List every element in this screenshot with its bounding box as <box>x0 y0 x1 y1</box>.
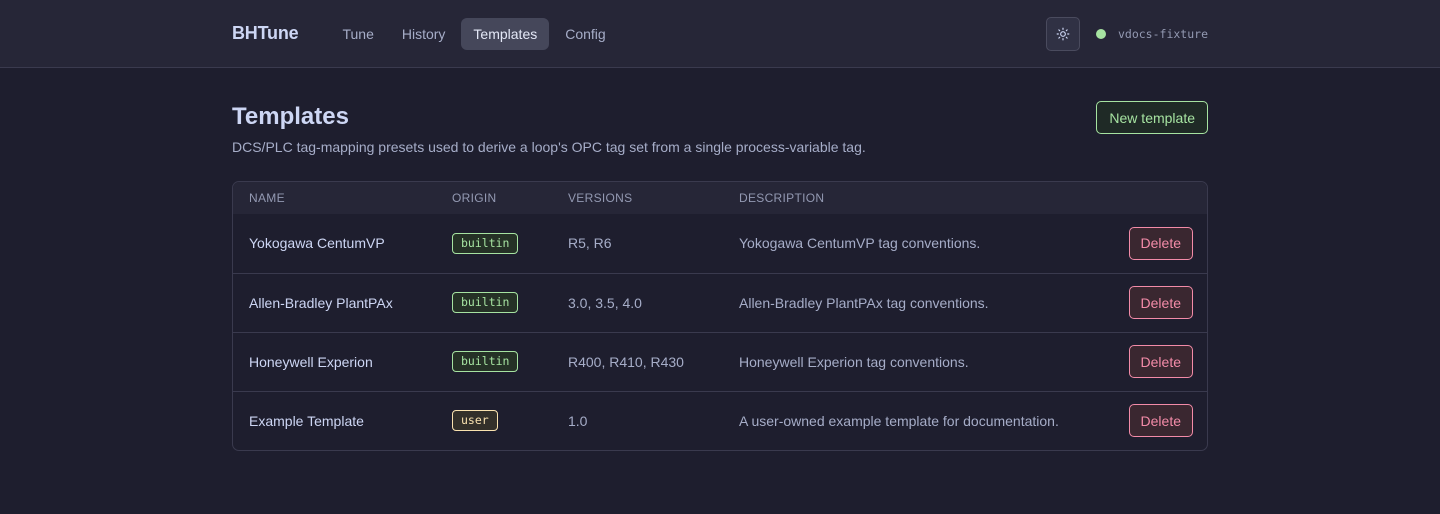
delete-button[interactable]: Delete <box>1128 226 1193 260</box>
delete-button[interactable]: Delete <box>1128 404 1193 438</box>
table-row: Honeywell Experion builtin R400, R410, R… <box>233 332 1207 391</box>
template-description: Honeywell Experion tag conventions. <box>739 353 969 370</box>
table-row: Allen-Bradley PlantPAx builtin 3.0, 3.5,… <box>233 273 1207 332</box>
origin-badge: builtin <box>452 351 519 372</box>
connection-status-dot <box>1095 28 1106 39</box>
sun-icon <box>1056 27 1070 40</box>
template-versions: R400, R410, R430 <box>568 353 684 370</box>
page-title: Templates <box>232 103 349 130</box>
nav-config[interactable]: Config <box>553 18 617 50</box>
new-template-button[interactable]: New template <box>1096 101 1208 134</box>
template-name: Example Template <box>249 412 364 429</box>
page-header: Templates DCS/PLC tag-mapping presets us… <box>232 68 1208 181</box>
delete-button[interactable]: Delete <box>1128 286 1193 319</box>
column-header-versions: VERSIONS <box>568 191 633 205</box>
main-content: Templates DCS/PLC tag-mapping presets us… <box>232 68 1208 451</box>
theme-toggle-button[interactable] <box>1045 16 1080 51</box>
template-name: Yokogawa CentumVP <box>249 235 385 252</box>
template-description: A user-owned example template for docume… <box>739 412 1059 429</box>
table-header-row: NAME ORIGIN VERSIONS DESCRIPTION <box>233 182 1207 214</box>
origin-badge: user <box>452 410 498 432</box>
nav-history[interactable]: History <box>390 18 458 50</box>
page-subtitle: DCS/PLC tag-mapping presets used to deri… <box>232 139 866 155</box>
column-header-origin: ORIGIN <box>452 191 497 205</box>
template-name: Honeywell Experion <box>249 353 373 370</box>
column-header-name: NAME <box>249 191 285 205</box>
table-row: Yokogawa CentumVP builtin R5, R6 Yokogaw… <box>233 214 1207 273</box>
main-nav: Tune History Templates Config <box>330 17 617 50</box>
template-name: Allen-Bradley PlantPAx <box>249 294 393 311</box>
nav-tune[interactable]: Tune <box>330 18 385 50</box>
template-versions: 3.0, 3.5, 4.0 <box>568 294 642 311</box>
delete-button[interactable]: Delete <box>1128 345 1193 378</box>
template-description: Allen-Bradley PlantPAx tag conventions. <box>739 294 989 311</box>
connection-name: vdocs-fixture <box>1117 26 1208 41</box>
table-row: Example Template user 1.0 A user-owned e… <box>233 391 1207 450</box>
origin-badge: builtin <box>452 232 519 254</box>
template-versions: 1.0 <box>568 412 588 429</box>
origin-badge: builtin <box>452 292 519 313</box>
column-header-actions <box>1109 182 1207 214</box>
templates-table: NAME ORIGIN VERSIONS DESCRIPTION Yokogaw… <box>232 181 1208 451</box>
column-header-description: DESCRIPTION <box>739 191 825 205</box>
template-description: Yokogawa CentumVP tag conventions. <box>739 235 981 252</box>
top-navbar: BHTune Tune History Templates Config vdo… <box>0 0 1440 68</box>
template-versions: R5, R6 <box>568 235 612 252</box>
nav-templates[interactable]: Templates <box>461 17 550 50</box>
brand-logo[interactable]: BHTune <box>232 23 299 44</box>
